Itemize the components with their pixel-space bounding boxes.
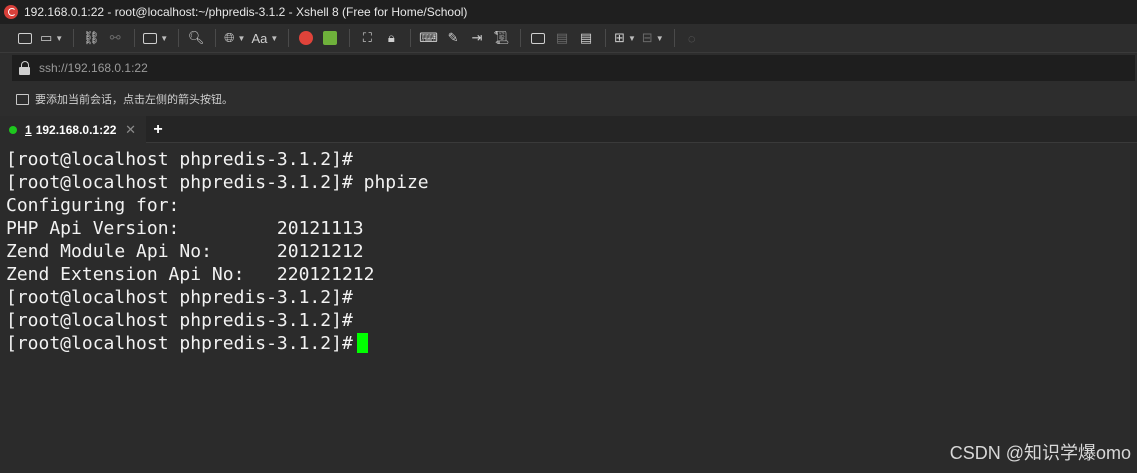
toolbar-divider bbox=[73, 29, 75, 47]
address-bar: ssh://192.168.0.1:22 bbox=[0, 52, 1137, 82]
session-bar: 要添加当前会话，点击左侧的箭头按钮。 bbox=[0, 82, 1137, 116]
script-icon: 📜︎ bbox=[492, 30, 510, 45]
window-icon bbox=[143, 32, 158, 44]
globe-icon: 🌐︎ bbox=[224, 30, 235, 45]
new-session-icon bbox=[18, 32, 32, 44]
title-bar: 192.168.0.1:22 - root@localhost:~/phpred… bbox=[0, 0, 1137, 24]
tab-session-1[interactable]: 1 192.168.0.1:22 ✕ bbox=[0, 116, 146, 143]
terminal-prompt-line: [root@localhost phpredis-3.1.2]# bbox=[6, 332, 1137, 355]
link-icon: ⛓ bbox=[82, 30, 100, 45]
lock-icon bbox=[19, 60, 31, 75]
chevron-down-icon: ▼ bbox=[270, 33, 279, 43]
toolbar-divider bbox=[349, 29, 351, 47]
compose-icon: ✎ bbox=[447, 30, 459, 45]
window-title: 192.168.0.1:22 - root@localhost:~/phpred… bbox=[24, 5, 468, 19]
add-session-icon[interactable] bbox=[16, 93, 29, 105]
find-button[interactable]: 🔍︎ bbox=[185, 27, 207, 49]
terminal-line: [root@localhost phpredis-3.1.2]# bbox=[6, 310, 353, 331]
xshell-logo-icon bbox=[4, 5, 18, 19]
terminal-prompt: [root@localhost phpredis-3.1.2]# bbox=[6, 333, 353, 354]
toolbar-divider bbox=[410, 29, 412, 47]
toolbar-divider bbox=[520, 29, 522, 47]
terminal-line: Configuring for: bbox=[6, 195, 180, 216]
toolbar-divider bbox=[215, 29, 217, 47]
tab-label: 192.168.0.1:22 bbox=[35, 122, 117, 137]
xftp-icon bbox=[323, 31, 338, 45]
log-icon: ▤ bbox=[555, 30, 569, 45]
terminal-area[interactable]: [root@localhost phpredis-3.1.2]# [root@l… bbox=[0, 143, 1137, 473]
terminal-line: [root@localhost phpredis-3.1.2]# bbox=[6, 287, 353, 308]
toolbar-divider bbox=[134, 29, 136, 47]
search-icon: 🔍︎ bbox=[187, 30, 205, 45]
terminal-line: Zend Extension Api No: 220121212 bbox=[6, 264, 375, 285]
terminal-line: PHP Api Version: 20121113 bbox=[6, 218, 364, 239]
new-tab-icon bbox=[531, 32, 546, 44]
add-folder-icon: ⊞ bbox=[614, 30, 625, 45]
xshell-button[interactable] bbox=[295, 27, 317, 49]
tab-index: 1 bbox=[25, 122, 32, 137]
log-button[interactable]: ▤ bbox=[551, 27, 573, 49]
compose-button[interactable]: ✎ bbox=[442, 27, 464, 49]
notes-button[interactable]: ▤ bbox=[575, 27, 597, 49]
unlink-icon: ⚯ bbox=[109, 30, 121, 45]
fullscreen-icon: ⛶ bbox=[362, 30, 372, 45]
lock-button[interactable]: 🔒︎ bbox=[380, 27, 402, 49]
toolbar-divider bbox=[288, 29, 290, 47]
xftp-button[interactable] bbox=[319, 27, 341, 49]
address-url: ssh://192.168.0.1:22 bbox=[39, 60, 148, 75]
xshell-icon bbox=[299, 31, 314, 45]
window-button[interactable]: ▼ bbox=[141, 27, 170, 49]
watermark: CSDN @知识学爆omo bbox=[949, 443, 1131, 463]
transfer-button[interactable]: ⇥ bbox=[466, 27, 488, 49]
help-icon: ◌ bbox=[687, 30, 696, 46]
layout-button[interactable]: ⊟ ▼ bbox=[640, 27, 666, 49]
terminal-cursor bbox=[356, 333, 368, 353]
chevron-down-icon: ▼ bbox=[237, 33, 246, 43]
tab-bar: 1 192.168.0.1:22 ✕ + bbox=[0, 116, 1137, 143]
address-field[interactable]: ssh://192.168.0.1:22 bbox=[12, 54, 1135, 81]
disconnect-button[interactable]: ⚯ bbox=[104, 27, 126, 49]
toolbar-divider bbox=[673, 29, 675, 47]
close-icon[interactable]: ✕ bbox=[125, 122, 136, 138]
font-button[interactable]: Aa ▼ bbox=[249, 27, 280, 49]
layout-icon: ⊟ bbox=[641, 30, 653, 45]
toolbar-divider bbox=[605, 29, 607, 47]
help-button[interactable]: ◌ bbox=[681, 27, 703, 49]
toolbar-divider bbox=[178, 29, 180, 47]
reconnect-button[interactable]: ⛓ bbox=[80, 27, 102, 49]
chevron-down-icon: ▼ bbox=[55, 33, 64, 43]
add-folder-button[interactable]: ⊞ ▼ bbox=[612, 27, 638, 49]
notes-icon: ▤ bbox=[579, 30, 593, 45]
new-session-button[interactable] bbox=[14, 27, 36, 49]
transfer-icon: ⇥ bbox=[471, 30, 483, 45]
keyboard-button[interactable]: ⌨ bbox=[417, 27, 440, 49]
font-icon: Aa bbox=[251, 30, 268, 46]
open-session-button[interactable]: ▭ ▼ bbox=[38, 27, 65, 49]
chevron-down-icon: ▼ bbox=[160, 33, 169, 43]
keyboard-icon: ⌨ bbox=[419, 30, 439, 45]
fullscreen-button[interactable]: ⛶ bbox=[356, 27, 378, 49]
chevron-down-icon: ▼ bbox=[655, 33, 664, 43]
toolbar: ▭ ▼ ⛓ ⚯ ▼ 🔍︎ 🌐︎ ▼ Aa ▼ ⛶ 🔒︎ ⌨ ✎ ⇥ 📜︎ ▤ ▤ ⊞ ▼… bbox=[0, 24, 1137, 52]
encoding-button[interactable]: 🌐︎ ▼ bbox=[222, 27, 247, 49]
terminal-line: [root@localhost phpredis-3.1.2]# phpize bbox=[6, 172, 429, 193]
terminal-line: [root@localhost phpredis-3.1.2]# bbox=[6, 149, 353, 170]
new-tab-button[interactable] bbox=[527, 27, 549, 49]
session-hint: 要添加当前会话，点击左侧的箭头按钮。 bbox=[35, 94, 233, 106]
terminal-line: Zend Module Api No: 20121212 bbox=[6, 241, 364, 262]
script-button[interactable]: 📜︎ bbox=[490, 27, 512, 49]
add-tab-button[interactable]: + bbox=[151, 116, 165, 143]
lock-icon: 🔒︎ bbox=[387, 30, 395, 45]
chevron-down-icon: ▼ bbox=[627, 33, 636, 43]
connection-status-icon bbox=[9, 125, 17, 134]
open-folder-icon: ▭ bbox=[40, 30, 53, 45]
